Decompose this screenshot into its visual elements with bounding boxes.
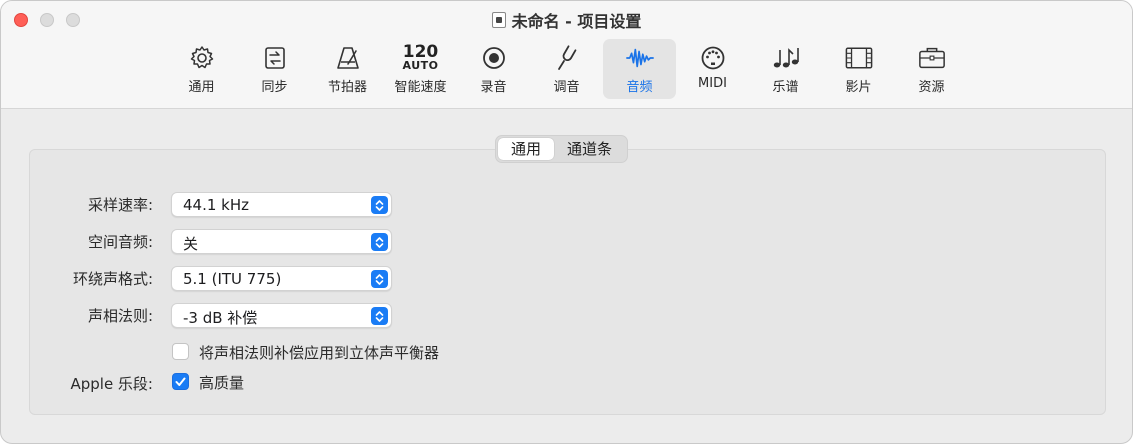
apple-loops-high-quality-label: 高质量: [199, 374, 245, 392]
checkmark-icon: [175, 377, 186, 386]
surround-format-popup[interactable]: 5.1 (ITU 775): [171, 266, 392, 291]
chevron-updown-icon: [371, 233, 388, 251]
toolbar-item-score[interactable]: 乐谱: [749, 39, 822, 99]
sync-icon: [261, 44, 289, 72]
pan-law-popup[interactable]: -3 dB 补偿: [171, 303, 392, 328]
chevron-updown-icon: [371, 307, 388, 325]
surround-format-value: 5.1 (ITU 775): [183, 270, 282, 288]
tempo-value: 120: [402, 42, 439, 62]
gear-icon: [188, 44, 216, 72]
sample-rate-value: 44.1 kHz: [183, 196, 250, 214]
chevron-updown-icon: [371, 270, 388, 288]
spatial-audio-value: 关: [183, 235, 199, 253]
toolbar-item-movie[interactable]: 影片: [822, 39, 895, 99]
apple-loops-checkbox[interactable]: [172, 373, 189, 390]
midi-icon: [699, 44, 727, 72]
briefcase-icon: [918, 44, 946, 72]
toolbar-item-general[interactable]: 通用: [165, 39, 238, 99]
score-icon: [772, 44, 800, 72]
toolbar-item-smart-tempo[interactable]: 120 AUTO 智能速度: [384, 39, 457, 99]
metronome-icon: [334, 44, 362, 72]
sample-rate-label: 采样速率:: [87, 196, 153, 214]
pan-law-stereo-checkbox[interactable]: [172, 343, 189, 360]
toolbar-item-sync[interactable]: 同步: [238, 39, 311, 99]
tuning-fork-icon: [553, 44, 581, 72]
toolbar-item-recording[interactable]: 录音: [457, 39, 530, 99]
toolbar-label: 音频: [626, 80, 653, 95]
toolbar-label: MIDI: [698, 76, 727, 91]
toolbar-item-midi[interactable]: MIDI: [676, 39, 749, 99]
toolbar-label: 资源: [918, 80, 945, 95]
smart-tempo-icon: 120 AUTO: [403, 44, 439, 72]
toolbar-item-assets[interactable]: 资源: [895, 39, 968, 99]
toolbar-label: 同步: [261, 80, 288, 95]
tempo-auto: AUTO: [402, 59, 439, 72]
toolbar-item-audio[interactable]: 音频: [603, 39, 676, 99]
waveform-icon: [625, 44, 654, 72]
record-icon: [480, 44, 508, 72]
toolbar-item-tuning[interactable]: 调音: [530, 39, 603, 99]
document-icon: [491, 12, 506, 28]
pan-law-label: 声相法则:: [87, 307, 153, 325]
title-bar: 未命名 - 项目设置 通用 同步 节拍器 120 AUTO 智能速度 录音 调音…: [1, 1, 1132, 109]
pan-law-stereo-label: 将声相法则补偿应用到立体声平衡器: [199, 344, 440, 362]
toolbar-label: 智能速度: [394, 80, 447, 95]
toolbar-label: 乐谱: [772, 80, 799, 95]
segmented-tabs: 通用 通道条: [495, 135, 629, 163]
pan-law-value: -3 dB 补偿: [183, 309, 258, 327]
window-title: 未命名 - 项目设置: [511, 12, 642, 31]
toolbar-label: 节拍器: [327, 80, 367, 95]
spatial-audio-label: 空间音频:: [87, 233, 153, 251]
tab-channel-strip[interactable]: 通道条: [554, 138, 625, 160]
surround-format-label: 环绕声格式:: [72, 270, 153, 288]
project-settings-window: 未命名 - 项目设置 通用 同步 节拍器 120 AUTO 智能速度 录音 调音…: [0, 0, 1133, 444]
apple-loops-label: Apple 乐段:: [70, 375, 153, 393]
toolbar-label: 影片: [845, 80, 872, 95]
title-wrap: 未命名 - 项目设置: [1, 9, 1132, 31]
spatial-audio-popup[interactable]: 关: [171, 229, 392, 254]
toolbar-label: 录音: [480, 80, 507, 95]
tab-general[interactable]: 通用: [498, 138, 555, 160]
sample-rate-popup[interactable]: 44.1 kHz: [171, 192, 392, 217]
toolbar-label: 通用: [188, 80, 215, 95]
toolbar-label: 调音: [553, 80, 580, 95]
settings-toolbar: 通用 同步 节拍器 120 AUTO 智能速度 录音 调音 音频 MIDI 乐谱…: [1, 39, 1132, 101]
film-icon: [845, 44, 873, 72]
toolbar-item-metronome[interactable]: 节拍器: [311, 39, 384, 99]
chevron-updown-icon: [371, 196, 388, 214]
